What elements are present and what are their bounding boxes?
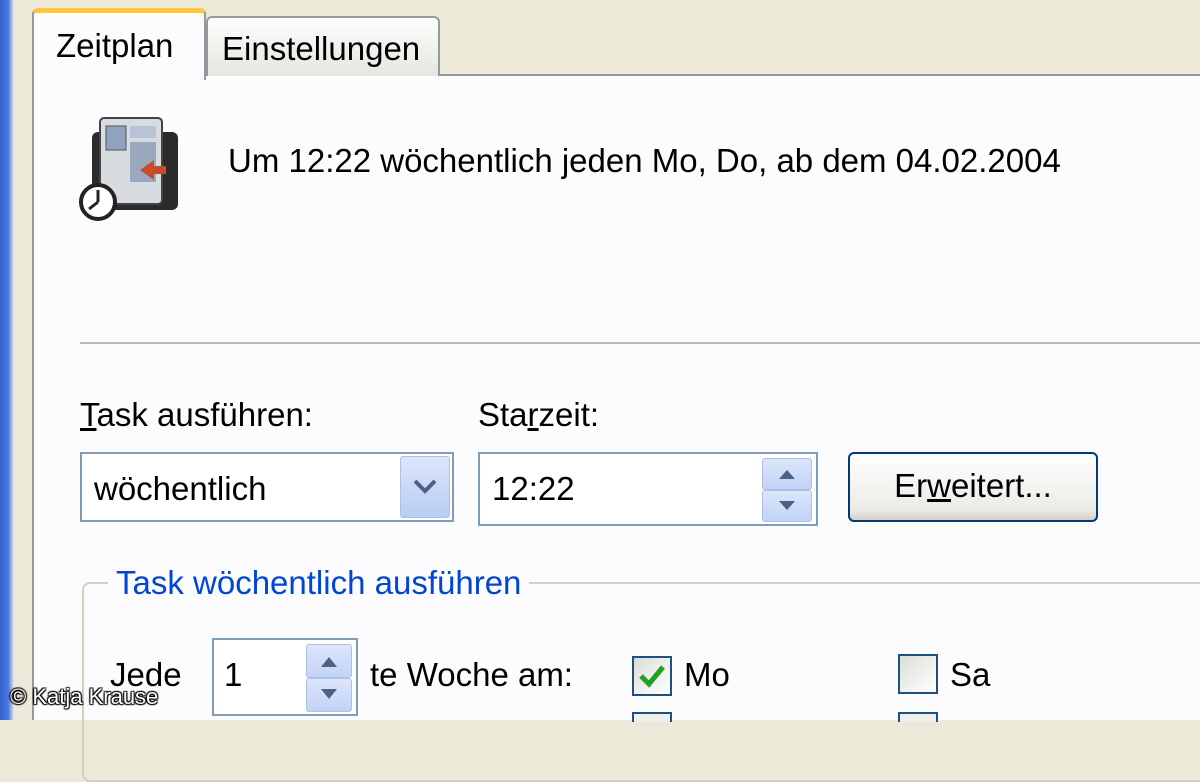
start-time-input[interactable]: 12:22 <box>478 452 818 526</box>
sunday-checkbox[interactable] <box>898 712 938 722</box>
advanced-accel: w <box>927 467 951 504</box>
window-left-edge <box>0 0 14 720</box>
run-task-dropdown[interactable]: wöchentlich <box>80 452 454 522</box>
scheduled-task-icon <box>79 117 178 221</box>
schedule-summary: Um 12:22 wöchentlich jeden Mo, Do, ab de… <box>228 142 1061 179</box>
spin-down-icon <box>779 501 795 510</box>
saturday-label: Sa <box>950 656 991 693</box>
tab-schedule[interactable]: Zeitplan <box>32 8 206 80</box>
copyright-watermark: © Katja Krause <box>10 684 159 709</box>
chevron-down-icon <box>413 479 437 494</box>
week-interval-spin-down[interactable] <box>306 678 352 712</box>
weekly-group-title: Task wöchentlich ausführen <box>108 564 530 602</box>
week-interval-value: 1 <box>224 656 243 693</box>
start-time-spin-down[interactable] <box>762 490 812 522</box>
start-time-value: 12:22 <box>492 470 575 507</box>
checkmark-icon <box>639 665 665 688</box>
run-task-value: wöchentlich <box>94 470 267 507</box>
start-time-label-rest: zeit: <box>538 396 600 433</box>
start-time-label: Starzeit: <box>478 396 599 434</box>
run-task-label-rest: ask ausführen: <box>96 396 313 433</box>
next-day-checkbox[interactable] <box>632 712 672 722</box>
dropdown-button[interactable] <box>400 456 450 518</box>
run-task-accel: T <box>80 396 97 433</box>
spin-up-icon <box>779 470 795 479</box>
tab-schedule-label: Zeitplan <box>56 27 174 64</box>
start-time-label-pre: Sta <box>478 396 528 433</box>
tab-settings-label: Einstellungen <box>222 30 421 67</box>
week-interval-input[interactable]: 1 <box>212 638 358 716</box>
advanced-label-pre: Er <box>894 467 928 504</box>
start-time-accel: r <box>527 396 539 433</box>
saturday-checkbox[interactable] <box>898 654 938 694</box>
run-task-label: Task ausführen: <box>80 396 313 434</box>
week-label: te Woche am: <box>370 656 573 693</box>
monday-checkbox[interactable] <box>632 656 672 696</box>
advanced-button[interactable]: Erweitert... <box>848 452 1098 522</box>
divider <box>80 342 1200 344</box>
spin-down-icon <box>321 689 337 699</box>
monday-label: Mo <box>684 656 730 693</box>
start-time-spin-up[interactable] <box>762 458 812 490</box>
spin-up-icon <box>321 657 337 667</box>
week-interval-spin-up[interactable] <box>306 644 352 678</box>
advanced-label-post: eitert... <box>950 467 1052 504</box>
tab-settings[interactable]: Einstellungen <box>206 16 440 76</box>
